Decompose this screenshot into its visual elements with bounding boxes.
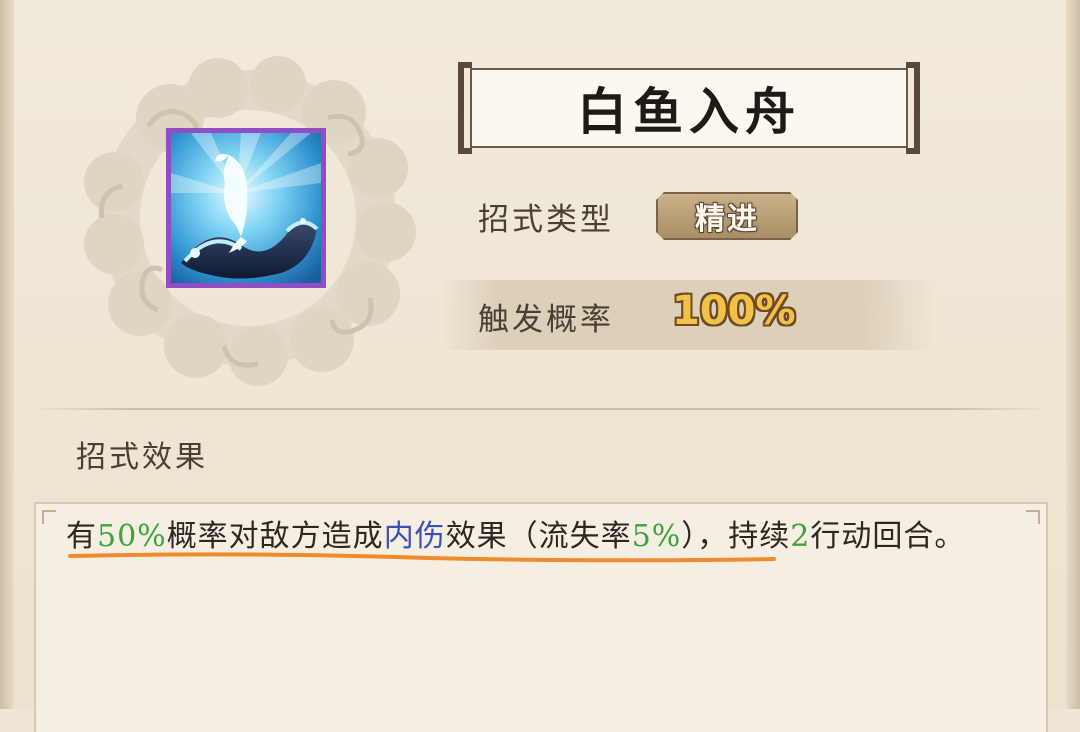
effect-text-part: 行动回合。 (810, 519, 966, 554)
effect-duration-value: 2 (790, 519, 811, 554)
effect-chance-value: 50% (97, 519, 167, 554)
skill-type-badge: 精进 (656, 192, 798, 240)
bracket-right (906, 62, 920, 154)
effect-text-part: 有 (66, 519, 97, 554)
section-divider (30, 408, 1050, 410)
skill-name: 白鱼入舟 (577, 82, 801, 141)
effect-text-part: ），持续 (681, 519, 791, 554)
annotation-underline (68, 552, 776, 563)
skill-type-label: 招式类型 (478, 202, 614, 238)
effect-drain-rate-value: 5% (631, 519, 682, 554)
skill-detail-panel: 白鱼入舟 招式类型 精进 触发概率 100% 招式效果 有50%概率对敌方造成内… (0, 0, 1080, 732)
skill-type-value: 精进 (695, 202, 759, 237)
effect-status-keyword: 内伤 (383, 519, 446, 554)
leaping-fish-wave-icon (171, 133, 321, 283)
trigger-rate-label: 触发概率 (478, 302, 614, 338)
skill-icon (166, 128, 326, 288)
effect-text-part: 效果（流失率 (445, 519, 632, 554)
effect-section-title: 招式效果 (76, 440, 208, 475)
skill-name-plaque: 白鱼入舟 (458, 62, 920, 154)
panel-edge-right (1066, 0, 1080, 709)
effect-text-part: 概率对敌方造成 (166, 519, 384, 554)
trigger-rate-value: 100% (672, 288, 796, 334)
panel-edge-left (0, 0, 14, 709)
skill-name-frame: 白鱼入舟 (470, 68, 908, 148)
